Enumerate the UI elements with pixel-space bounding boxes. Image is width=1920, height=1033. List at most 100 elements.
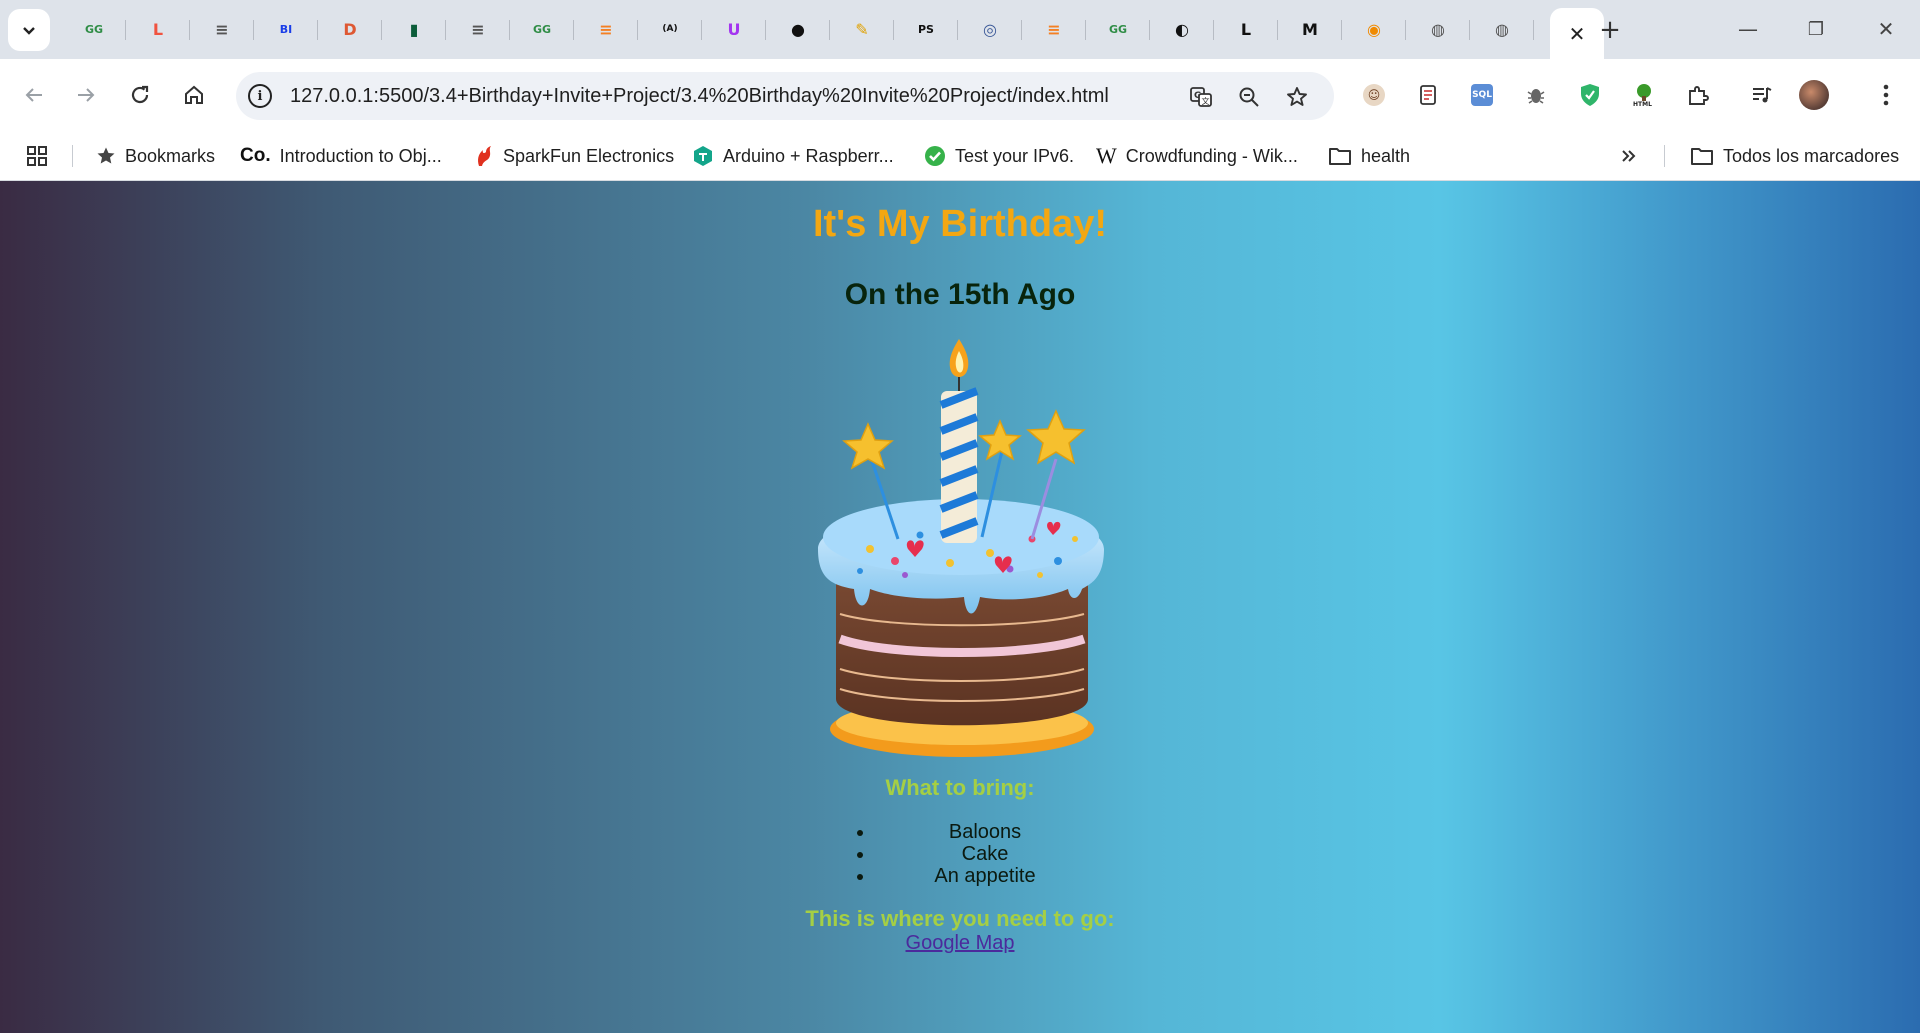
- minimize-button[interactable]: —: [1718, 8, 1778, 50]
- pen-icon: ✎: [855, 19, 869, 39]
- browser-tab[interactable]: GG: [510, 8, 574, 50]
- location-heading: This is where you need to go:: [805, 906, 1115, 931]
- bookmarks-bar: Bookmarks Co. Introduction to Obj... Spa…: [0, 131, 1920, 181]
- browser-tab[interactable]: ◉: [1342, 8, 1406, 50]
- address-bar[interactable]: i 127.0.0.1:5500/3.4+Birthday+Invite+Pro…: [236, 72, 1334, 120]
- bring-list: Baloons Cake An appetite: [875, 821, 1095, 887]
- stackoverflow-icon: ≡: [599, 19, 613, 39]
- browser-tab[interactable]: ≡: [190, 8, 254, 50]
- bookmark-label: Crowdfunding - Wik...: [1125, 145, 1298, 166]
- folder-icon: [1329, 148, 1351, 165]
- co-icon: Co.: [240, 145, 271, 166]
- profile-avatar[interactable]: [1796, 77, 1832, 113]
- geeksforgeeks-icon: GG: [1108, 22, 1128, 36]
- extension-shield-icon[interactable]: [1572, 77, 1608, 113]
- browser-tab[interactable]: U: [702, 8, 766, 50]
- bookmark-arduino-raspberry[interactable]: Arduino + Raspberr...: [692, 143, 894, 169]
- all-bookmarks-folder[interactable]: Todos los marcadores: [1690, 143, 1899, 169]
- bookmark-introduction-to-obj[interactable]: Co. Introduction to Obj...: [240, 143, 442, 169]
- photoshop-icon: PS: [918, 22, 934, 36]
- bookmark-label: Test your IPv6.: [955, 145, 1075, 166]
- extension-html-tree-icon[interactable]: HTML: [1626, 77, 1662, 113]
- bookmark-folder-health[interactable]: health: [1328, 143, 1410, 169]
- browser-tab[interactable]: ●: [766, 8, 830, 50]
- translate-icon[interactable]: G文: [1188, 84, 1214, 110]
- tab-list: GG L ≡ BI D ▮ ≡ GG ≡ (A) U ● ✎ PS ◎ ≡ GG ◐ L M ◉ ◍ ◍ ✕: [62, 8, 1604, 59]
- geeksforgeeks-icon: GG: [532, 22, 552, 36]
- browser-tab[interactable]: ▮: [382, 8, 446, 50]
- browser-tab[interactable]: ◍: [1406, 8, 1470, 50]
- all-bookmarks-label: Todos los marcadores: [1723, 145, 1900, 166]
- double-chevron-right-icon: [1622, 150, 1636, 162]
- bookmark-test-ipv6[interactable]: Test your IPv6.: [924, 143, 1074, 169]
- close-window-button[interactable]: ✕: [1856, 8, 1916, 50]
- site-info-icon[interactable]: i: [248, 84, 272, 108]
- reload-button[interactable]: [120, 75, 160, 115]
- bookmark-bookmarks[interactable]: Bookmarks: [96, 143, 215, 169]
- bookmark-label: Introduction to Obj...: [279, 145, 442, 166]
- list-item: Baloons: [875, 821, 1095, 843]
- arduino-icon: [694, 146, 712, 166]
- bookmark-crowdfunding-wiki[interactable]: W Crowdfunding - Wik...: [1096, 143, 1298, 169]
- browser-tab[interactable]: ◎: [958, 8, 1022, 50]
- browser-tab[interactable]: ✎: [830, 8, 894, 50]
- event-date: On the 15th Ago: [844, 278, 1076, 311]
- code-icon: (A): [662, 24, 678, 34]
- google-map-link[interactable]: Google Map: [0, 932, 1920, 955]
- extension-document-icon[interactable]: [1410, 77, 1446, 113]
- extension-sql-icon[interactable]: SQL: [1464, 77, 1500, 113]
- browser-tab[interactable]: ≡: [446, 8, 510, 50]
- back-button[interactable]: [14, 75, 54, 115]
- close-tab-icon[interactable]: ✕: [1569, 22, 1586, 46]
- home-button[interactable]: [174, 75, 214, 115]
- browser-tab[interactable]: D: [318, 8, 382, 50]
- media-control-icon[interactable]: [1744, 77, 1780, 113]
- browser-tab[interactable]: ≡: [1022, 8, 1086, 50]
- browser-tab[interactable]: L: [126, 8, 190, 50]
- browser-tab[interactable]: ◐: [1150, 8, 1214, 50]
- page-content: It's My Birthday! On the 15th Ago What t…: [0, 181, 1920, 1033]
- more-bookmarks-button[interactable]: [1620, 143, 1638, 169]
- bi-icon: BI: [279, 22, 293, 36]
- browser-tab[interactable]: GG: [1086, 8, 1150, 50]
- react-icon: ◎: [983, 19, 997, 39]
- browser-tab[interactable]: PS: [894, 8, 958, 50]
- restore-button[interactable]: ❐: [1786, 8, 1846, 50]
- browser-tab[interactable]: GG: [62, 8, 126, 50]
- apps-grid-icon[interactable]: [26, 143, 48, 169]
- bookmark-label: Arduino + Raspberr...: [723, 145, 894, 166]
- menu-kebab-icon[interactable]: [1868, 77, 1904, 113]
- duckduckgo-icon: D: [343, 19, 357, 39]
- browser-tab[interactable]: ◍: [1470, 8, 1534, 50]
- head-icon: ◐: [1175, 19, 1189, 39]
- extensions-puzzle-icon[interactable]: [1680, 77, 1716, 113]
- forward-button[interactable]: [66, 75, 106, 115]
- svg-text:HTML: HTML: [1633, 101, 1652, 107]
- bookmark-sparkfun[interactable]: SparkFun Electronics: [474, 143, 674, 169]
- extension-avatar-icon[interactable]: ☺: [1356, 77, 1392, 113]
- wikipedia-icon: W: [1096, 143, 1117, 168]
- extension-bug-icon[interactable]: [1518, 77, 1554, 113]
- stackoverflow-icon: ≡: [1047, 19, 1061, 39]
- sparkfun-icon: [478, 146, 491, 166]
- m-icon: M: [1302, 19, 1318, 39]
- url-text[interactable]: 127.0.0.1:5500/3.4+Birthday+Invite+Proje…: [290, 85, 1109, 108]
- browser-tab[interactable]: (A): [638, 8, 702, 50]
- reader-icon: ≡: [471, 19, 485, 39]
- bookmark-star-icon[interactable]: [1284, 84, 1310, 110]
- zoom-icon[interactable]: [1236, 84, 1262, 110]
- tab-search-button[interactable]: [8, 9, 50, 51]
- birthday-cake-image: [818, 339, 1104, 757]
- chevron-down-icon: [23, 27, 35, 35]
- page-title: It's My Birthday!: [812, 203, 1108, 245]
- folder-icon: [1691, 148, 1713, 165]
- list-item: Cake: [875, 843, 1095, 865]
- svg-text:文: 文: [1202, 96, 1210, 106]
- new-tab-button[interactable]: +: [1592, 12, 1628, 48]
- browser-tab[interactable]: M: [1278, 8, 1342, 50]
- what-to-bring-heading: What to bring:: [885, 775, 1035, 800]
- geeksforgeeks-icon: GG: [84, 22, 104, 36]
- browser-tab[interactable]: BI: [254, 8, 318, 50]
- browser-tab[interactable]: ≡: [574, 8, 638, 50]
- browser-tab[interactable]: L: [1214, 8, 1278, 50]
